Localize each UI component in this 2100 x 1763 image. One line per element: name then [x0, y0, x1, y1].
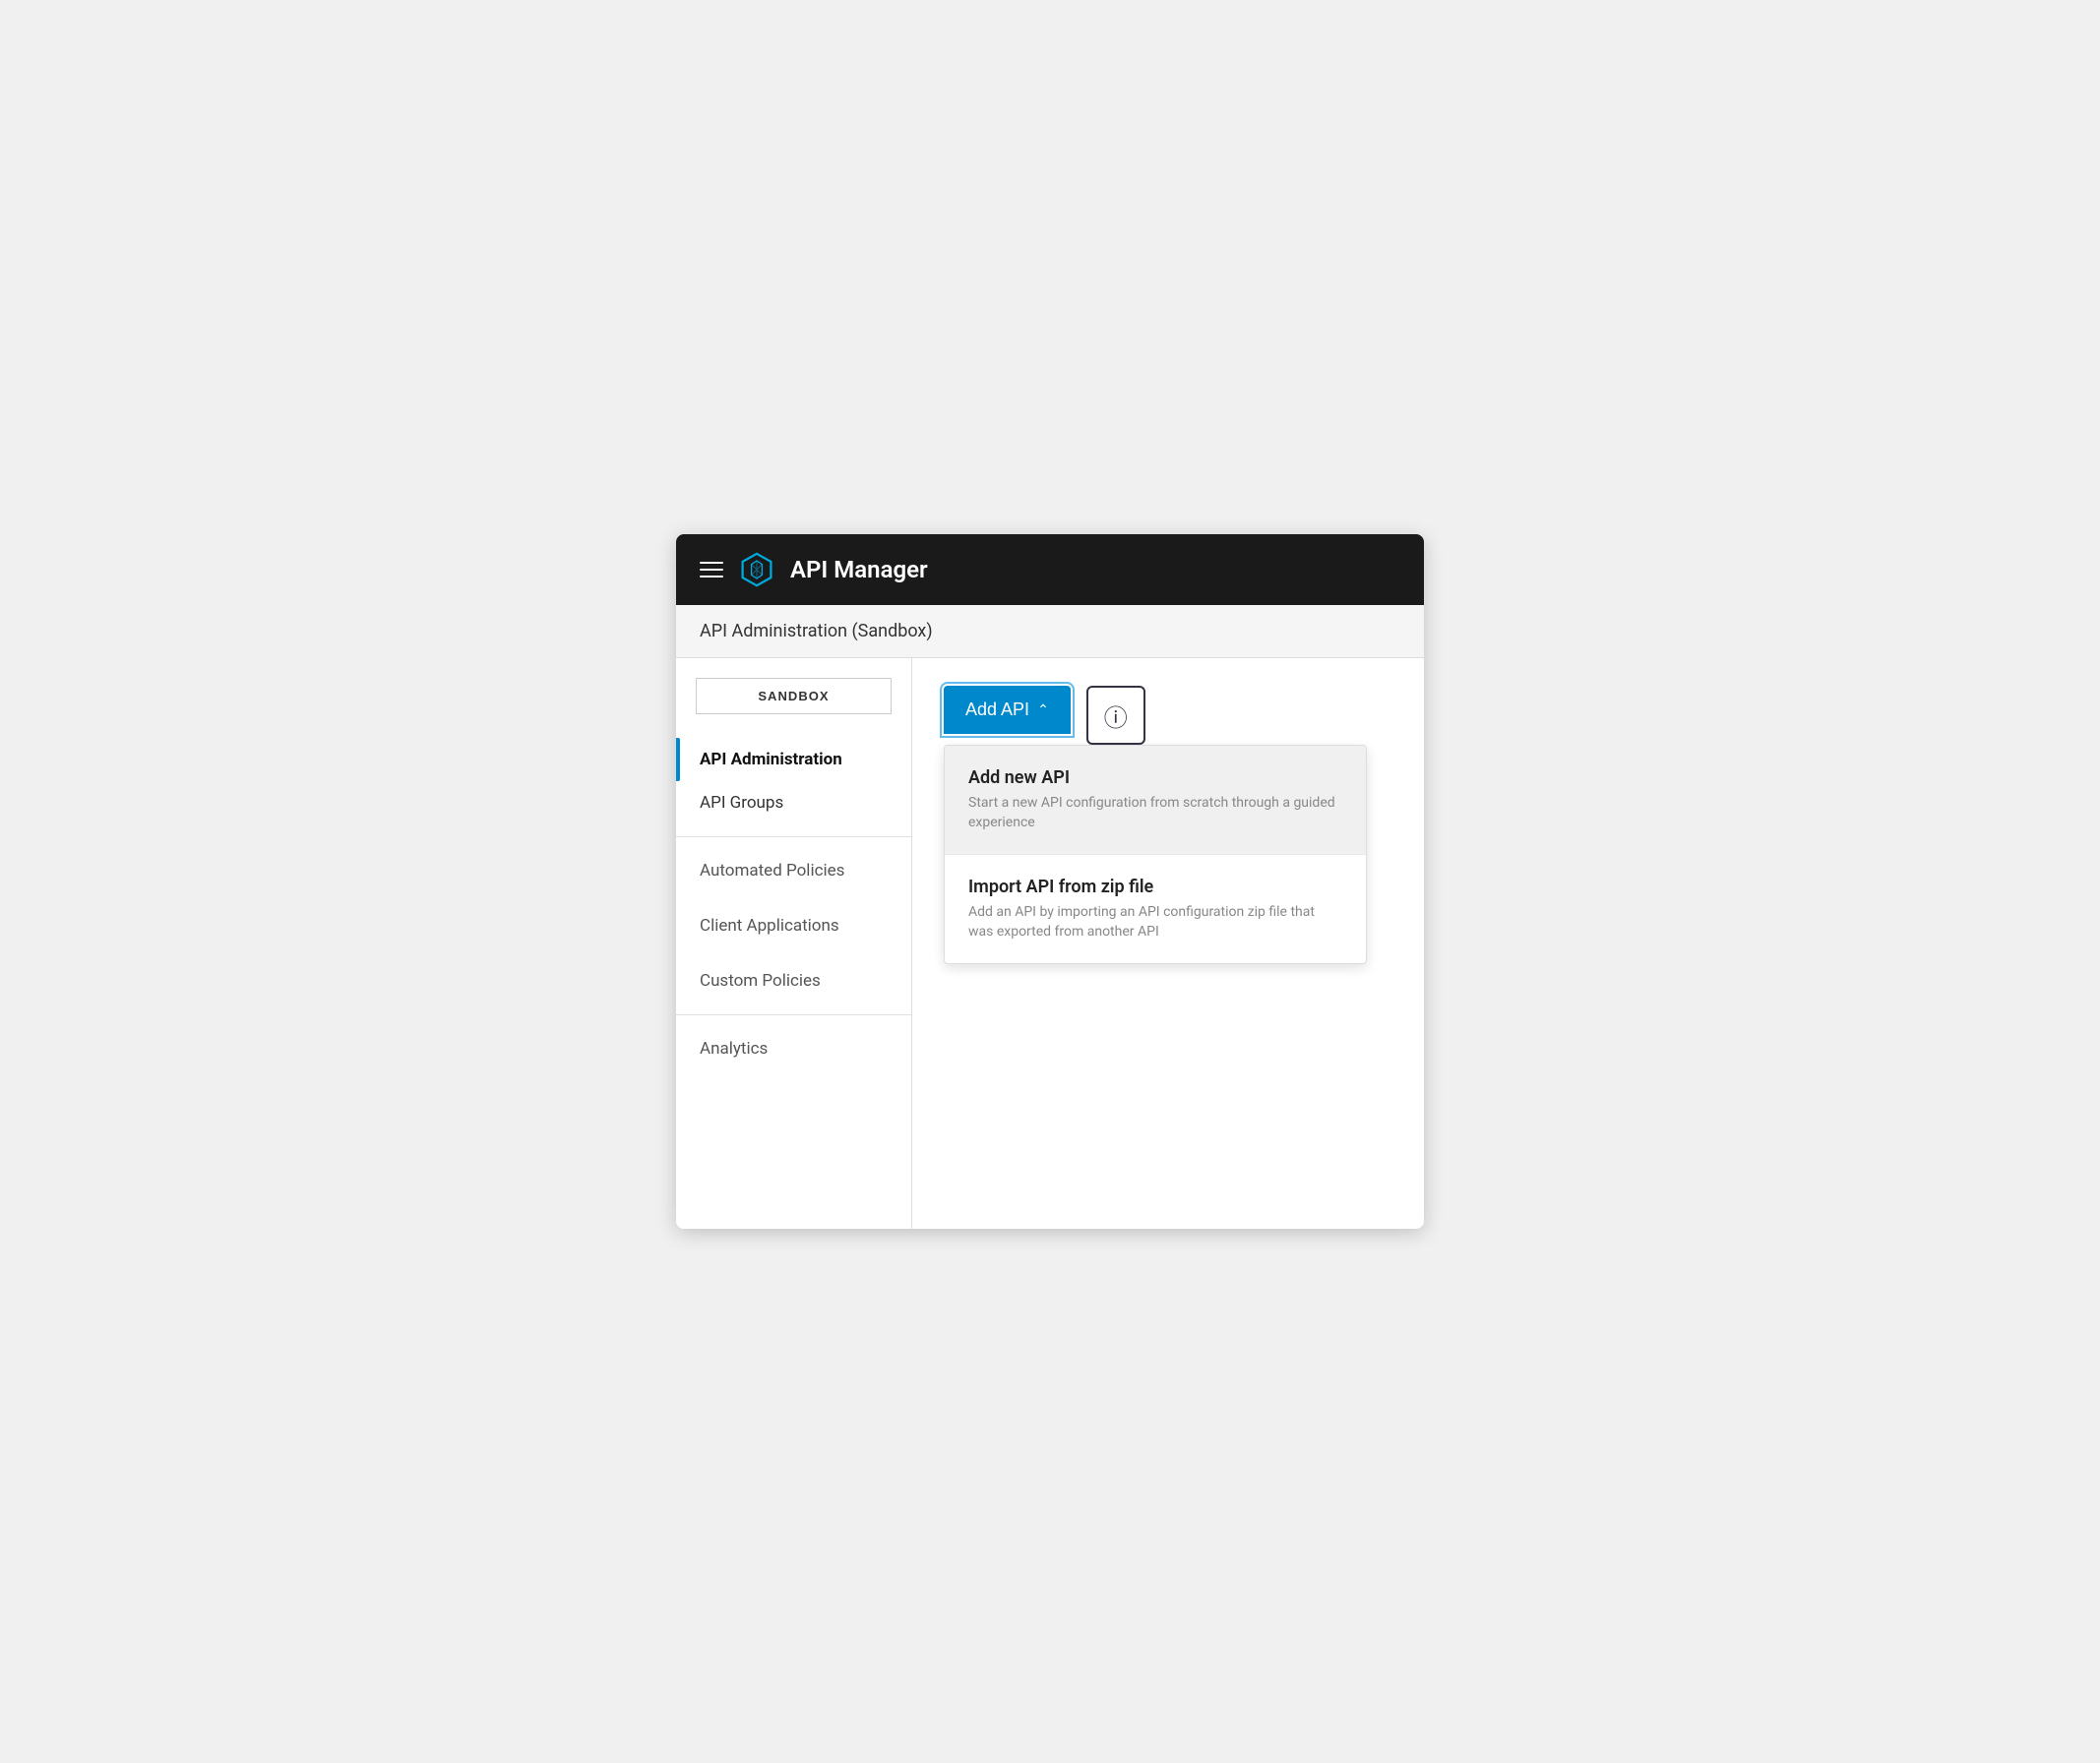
- add-api-dropdown: Add new API Start a new API configuratio…: [944, 745, 1367, 964]
- info-icon: ⓘ: [1104, 699, 1128, 733]
- sidebar-item-automated-policies[interactable]: Automated Policies: [676, 849, 911, 892]
- header-title: API Manager: [790, 556, 928, 583]
- sidebar-divider-1: [676, 836, 911, 837]
- header: API Manager: [676, 534, 1424, 605]
- content-area: Add API ⌃ ⓘ Add new API Start a new API …: [912, 658, 1424, 1229]
- sidebar-item-custom-policies[interactable]: Custom Policies: [676, 959, 911, 1003]
- dropdown-item-import-api-zip-title: Import API from zip file: [968, 877, 1342, 897]
- sidebar: SANDBOX API Administration API Groups Au…: [676, 658, 912, 1229]
- subheader-title: API Administration (Sandbox): [700, 621, 933, 641]
- dropdown-item-add-new-api-desc: Start a new API configuration from scrat…: [968, 794, 1342, 832]
- sandbox-button[interactable]: SANDBOX: [696, 678, 892, 714]
- app-container: API Manager API Administration (Sandbox)…: [676, 534, 1424, 1229]
- sidebar-item-analytics[interactable]: Analytics: [676, 1027, 911, 1070]
- chevron-up-icon: ⌃: [1037, 701, 1049, 718]
- dropdown-item-add-new-api[interactable]: Add new API Start a new API configuratio…: [945, 746, 1366, 855]
- sidebar-item-api-groups[interactable]: API Groups: [676, 781, 911, 824]
- subheader: API Administration (Sandbox): [676, 605, 1424, 658]
- dropdown-item-add-new-api-title: Add new API: [968, 767, 1342, 788]
- add-api-button[interactable]: Add API ⌃: [944, 686, 1071, 734]
- toolbar-row: Add API ⌃ ⓘ: [944, 686, 1392, 745]
- app-logo: [739, 552, 774, 587]
- hamburger-menu-icon[interactable]: [700, 562, 723, 578]
- dropdown-item-import-api-zip-desc: Add an API by importing an API configura…: [968, 903, 1342, 942]
- main-layout: SANDBOX API Administration API Groups Au…: [676, 658, 1424, 1229]
- info-button[interactable]: ⓘ: [1086, 686, 1145, 745]
- sidebar-item-client-applications[interactable]: Client Applications: [676, 904, 911, 947]
- sidebar-nav: API Administration API Groups Automated …: [676, 738, 911, 1070]
- sidebar-divider-2: [676, 1014, 911, 1015]
- dropdown-item-import-api-zip[interactable]: Import API from zip file Add an API by i…: [945, 855, 1366, 963]
- sidebar-item-api-administration[interactable]: API Administration: [676, 738, 911, 781]
